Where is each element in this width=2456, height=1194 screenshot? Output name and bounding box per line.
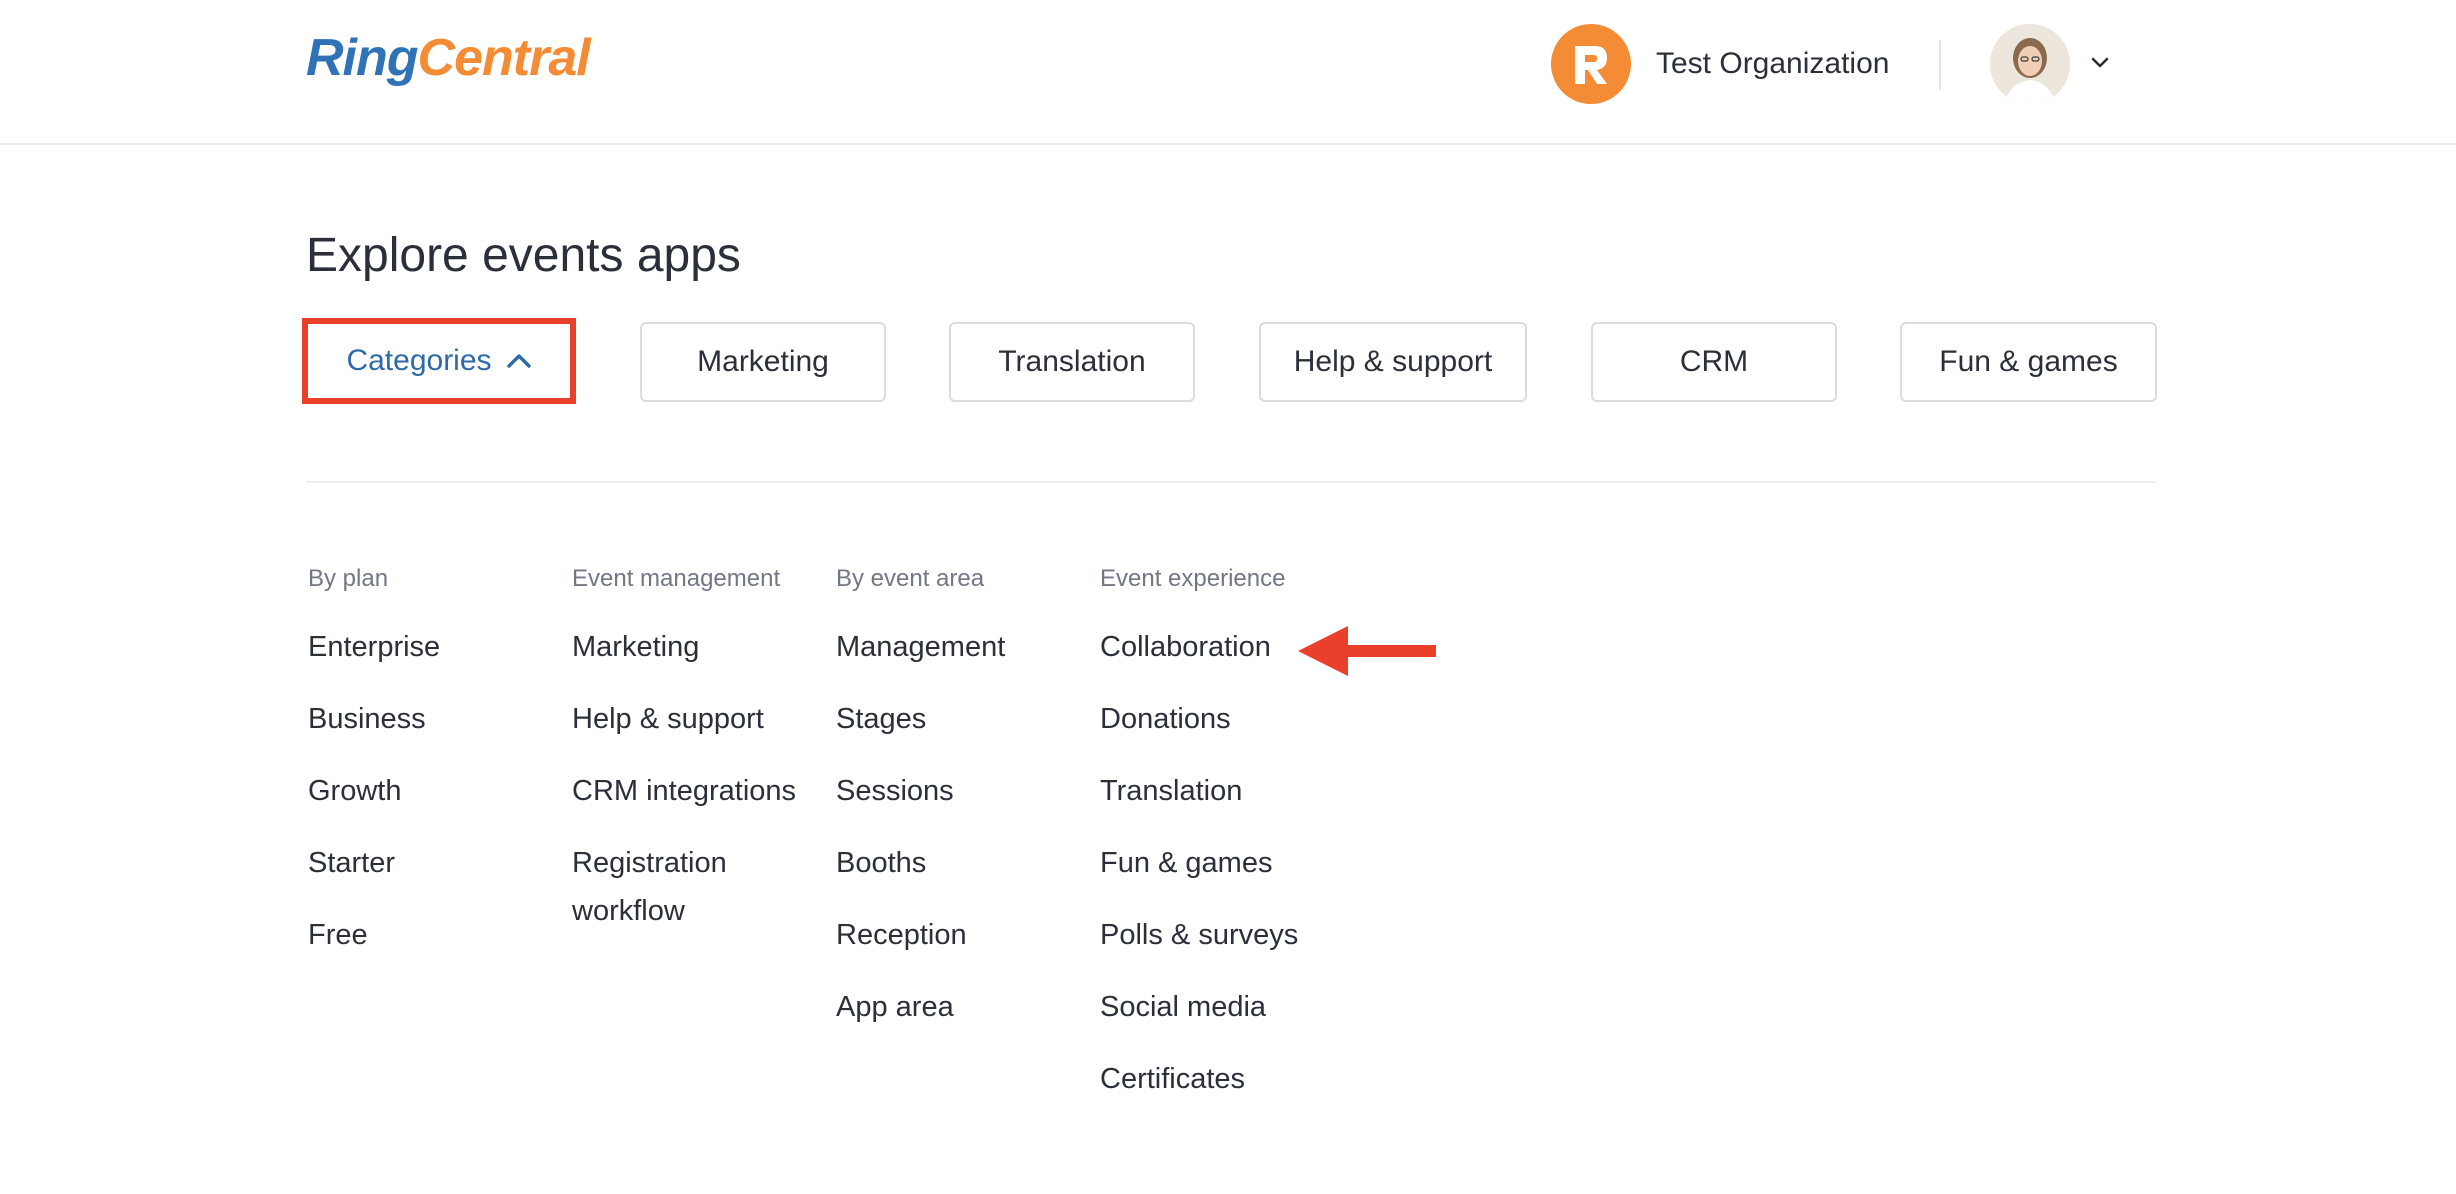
categories-label: Categories — [346, 344, 492, 377]
ringcentral-logo[interactable]: RingCentral — [306, 28, 591, 88]
chip-translation[interactable]: Translation — [949, 322, 1195, 402]
user-avatar[interactable] — [1990, 24, 2070, 104]
category-link-help-support[interactable]: Help & support — [572, 695, 796, 743]
category-link-stages[interactable]: Stages — [836, 695, 1005, 743]
chevron-down-icon[interactable] — [2090, 56, 2110, 70]
category-link-starter[interactable]: Starter — [308, 839, 440, 887]
chip-help-support[interactable]: Help & support — [1259, 322, 1527, 402]
org-name[interactable]: Test Organization — [1656, 47, 1889, 81]
section-divider — [306, 481, 2156, 483]
chip-marketing[interactable]: Marketing — [640, 322, 886, 402]
category-link-management[interactable]: Management — [836, 623, 1005, 671]
category-link-booths[interactable]: Booths — [836, 839, 1005, 887]
category-link-marketing[interactable]: Marketing — [572, 623, 796, 671]
category-link-reception[interactable]: Reception — [836, 911, 1005, 959]
column-by-event-area: By event area Management Stages Sessions… — [836, 565, 1005, 1031]
arrow-left-icon — [1298, 626, 1436, 676]
category-link-enterprise[interactable]: Enterprise — [308, 623, 440, 671]
column-event-experience: Event experience Collaboration Donations… — [1100, 565, 1298, 1103]
category-link-sessions[interactable]: Sessions — [836, 767, 1005, 815]
category-link-growth[interactable]: Growth — [308, 767, 440, 815]
category-link-free[interactable]: Free — [308, 911, 440, 959]
user-avatar-image — [1990, 24, 2070, 104]
category-link-polls-surveys[interactable]: Polls & surveys — [1100, 911, 1298, 959]
category-link-translation[interactable]: Translation — [1100, 767, 1298, 815]
column-heading: By event area — [836, 565, 985, 592]
r-logo-icon — [1575, 46, 1607, 84]
category-link-certificates[interactable]: Certificates — [1100, 1055, 1298, 1103]
column-heading: By plan — [308, 565, 389, 592]
category-link-registration-workflow[interactable]: Registration workflow — [572, 839, 772, 935]
org-r-logo-icon[interactable] — [1551, 24, 1631, 104]
page-title: Explore events apps — [306, 229, 741, 282]
column-event-management: Event management Marketing Help & suppor… — [572, 565, 796, 935]
category-link-collaboration[interactable]: Collaboration — [1100, 623, 1298, 671]
column-heading: Event experience — [1100, 565, 1286, 592]
chip-crm[interactable]: CRM — [1591, 322, 1837, 402]
column-by-plan: By plan Enterprise Business Growth Start… — [308, 565, 440, 959]
category-link-business[interactable]: Business — [308, 695, 440, 743]
category-link-fun-games[interactable]: Fun & games — [1100, 839, 1298, 887]
categories-dropdown-button[interactable]: Categories — [302, 318, 576, 404]
chevron-up-icon — [506, 354, 531, 368]
top-header: RingCentral Test Organization — [0, 0, 2456, 145]
header-divider — [1939, 40, 1941, 90]
category-link-app-area[interactable]: App area — [836, 983, 1005, 1031]
category-link-donations[interactable]: Donations — [1100, 695, 1298, 743]
chip-fun-games[interactable]: Fun & games — [1900, 322, 2157, 402]
category-link-crm-integrations[interactable]: CRM integrations — [572, 767, 796, 815]
column-heading: Event management — [572, 565, 781, 592]
category-link-social-media[interactable]: Social media — [1100, 983, 1298, 1031]
